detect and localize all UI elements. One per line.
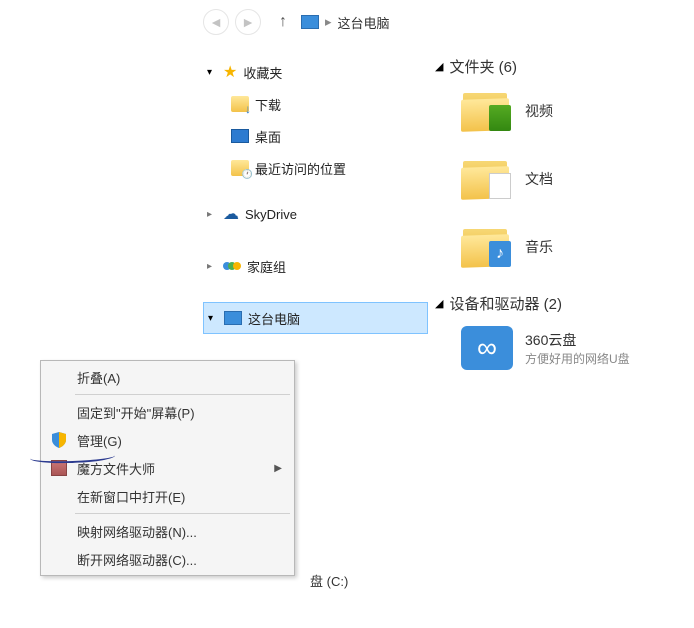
devices-section-header[interactable]: ◢ 设备和驱动器 (2) <box>435 293 694 314</box>
cloud-drive-icon: ∞ <box>461 326 513 370</box>
nav-tree: ▾ ★ 收藏夹 下载 桌面 最近访问的位置 ▸ ☁ SkyDrive ▸ 家庭组 <box>203 56 428 334</box>
back-button[interactable]: ◄ <box>203 9 229 35</box>
tree-label: 收藏夹 <box>243 63 282 82</box>
item-label: 文档 <box>525 169 553 189</box>
menu-label: 管理(G) <box>77 431 122 450</box>
folder-documents[interactable]: 文档 <box>461 157 694 201</box>
breadcrumb-separator: ▸ <box>325 14 332 30</box>
item-label: 360云盘 <box>525 330 630 350</box>
tree-favorites[interactable]: ▾ ★ 收藏夹 <box>203 56 428 88</box>
menu-label: 折叠(A) <box>77 368 120 387</box>
download-folder-icon <box>231 96 249 112</box>
tree-desktop[interactable]: 桌面 <box>203 120 428 152</box>
menu-collapse[interactable]: 折叠(A) <box>43 363 292 391</box>
menu-disconnect-network-drive[interactable]: 断开网络驱动器(C)... <box>43 545 292 573</box>
computer-icon <box>301 15 319 29</box>
breadcrumb[interactable]: ▸ 这台电脑 <box>301 13 390 32</box>
menu-map-network-drive[interactable]: 映射网络驱动器(N)... <box>43 517 292 545</box>
folders-section-header[interactable]: ◢ 文件夹 (6) <box>435 56 694 77</box>
cloud-icon: ☁ <box>223 204 239 224</box>
star-icon: ★ <box>223 62 237 82</box>
homegroup-icon <box>223 262 241 270</box>
tree-recent[interactable]: 最近访问的位置 <box>203 152 428 184</box>
tree-label: SkyDrive <box>245 207 297 222</box>
menu-label: 固定到"开始"屏幕(P) <box>77 403 195 422</box>
folder-icon <box>461 157 513 201</box>
tree-label: 家庭组 <box>247 257 286 276</box>
chevron-right-icon[interactable]: ▸ <box>207 209 217 220</box>
chevron-right-icon[interactable]: ▸ <box>207 261 217 272</box>
chevron-down-icon: ◢ <box>435 60 443 73</box>
tree-label: 桌面 <box>255 127 281 146</box>
item-label: 音乐 <box>525 237 553 257</box>
item-subtitle: 方便好用的网络U盘 <box>525 350 630 367</box>
menu-open-new-window[interactable]: 在新窗口中打开(E) <box>43 482 292 510</box>
forward-button[interactable]: ► <box>235 9 261 35</box>
chevron-down-icon[interactable]: ▾ <box>207 67 217 78</box>
menu-separator <box>75 394 290 395</box>
tree-label: 最近访问的位置 <box>255 159 346 178</box>
section-title: 设备和驱动器 (2) <box>449 293 562 314</box>
computer-icon <box>224 311 242 325</box>
device-360cloud[interactable]: ∞ 360云盘 方便好用的网络U盘 <box>461 326 694 370</box>
item-label: 视频 <box>525 101 553 121</box>
tree-label: 这台电脑 <box>248 309 300 328</box>
tree-skydrive[interactable]: ▸ ☁ SkyDrive <box>203 198 428 230</box>
nav-toolbar: ◄ ► ↑ ▸ 这台电脑 <box>195 0 694 44</box>
up-button[interactable]: ↑ <box>279 13 287 31</box>
shield-icon <box>49 432 69 448</box>
folder-icon <box>461 89 513 133</box>
folder-music[interactable]: ♪ 音乐 <box>461 225 694 269</box>
folder-icon: ♪ <box>461 225 513 269</box>
content-pane: ◢ 文件夹 (6) 视频 文档 ♪ 音乐 ◢ 设备和驱动 <box>435 56 694 394</box>
section-title: 文件夹 (6) <box>449 56 517 77</box>
tree-label: 下载 <box>255 95 281 114</box>
menu-label: 断开网络驱动器(C)... <box>77 550 197 569</box>
desktop-icon <box>231 129 249 143</box>
menu-label: 在新窗口中打开(E) <box>77 487 185 506</box>
chevron-down-icon[interactable]: ▾ <box>208 313 218 324</box>
chevron-down-icon: ◢ <box>435 297 443 310</box>
tree-this-pc[interactable]: ▾ 这台电脑 <box>203 302 428 334</box>
tree-downloads[interactable]: 下载 <box>203 88 428 120</box>
partial-drive-label: 盘 (C:) <box>310 571 348 590</box>
tree-homegroup[interactable]: ▸ 家庭组 <box>203 250 428 282</box>
menu-pin-to-start[interactable]: 固定到"开始"屏幕(P) <box>43 398 292 426</box>
recent-icon <box>231 160 249 176</box>
folder-videos[interactable]: 视频 <box>461 89 694 133</box>
menu-separator <box>75 513 290 514</box>
menu-label: 映射网络驱动器(N)... <box>77 522 197 541</box>
breadcrumb-text[interactable]: 这台电脑 <box>338 13 390 32</box>
submenu-arrow-icon: ▶ <box>274 463 282 474</box>
context-menu: 折叠(A) 固定到"开始"屏幕(P) 管理(G) 魔方文件大师 ▶ 在新窗口中打… <box>40 360 295 576</box>
